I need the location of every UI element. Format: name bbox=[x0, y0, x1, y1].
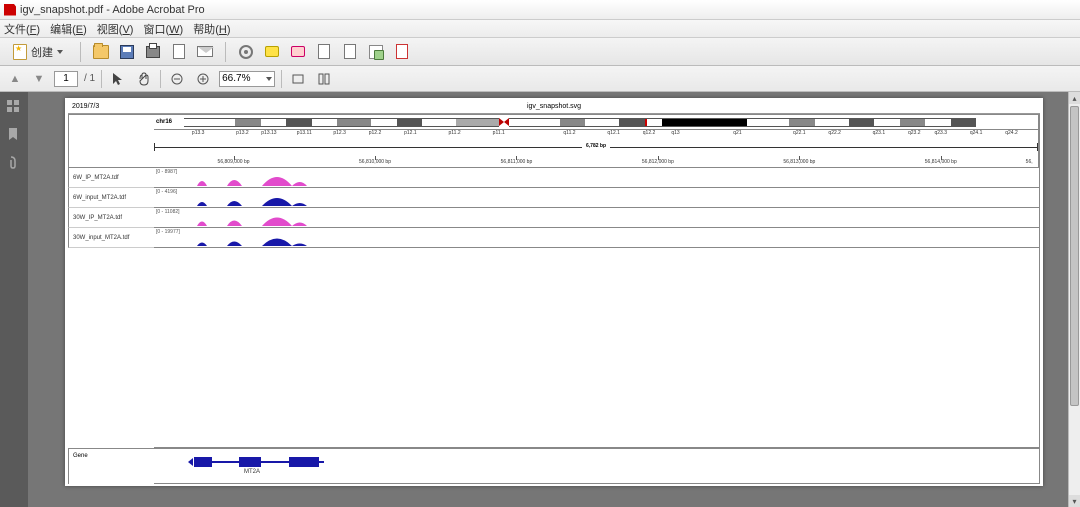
scroll-up-icon[interactable]: ▴ bbox=[1069, 92, 1080, 104]
zoom-select[interactable]: 66.7% bbox=[219, 71, 275, 87]
paperclip-icon bbox=[5, 154, 21, 170]
menu-file[interactable]: 文件(F) bbox=[4, 21, 40, 37]
fit-page-icon bbox=[317, 72, 331, 86]
zoom-value: 66.7% bbox=[222, 73, 250, 84]
gene-track: MT2A bbox=[154, 448, 1040, 484]
open-button[interactable] bbox=[91, 42, 111, 62]
speech-bubble-icon bbox=[265, 46, 279, 57]
menu-edit[interactable]: 编辑(E) bbox=[50, 21, 87, 37]
chromosome-row: chr16 bbox=[154, 114, 1039, 130]
thumbnails-tab[interactable] bbox=[5, 98, 23, 116]
document-viewport[interactable]: 2019/7/3 igv_snapshot.svg 6W_IP_MT2A.tdf… bbox=[28, 92, 1080, 507]
doc-tool-1[interactable] bbox=[314, 42, 334, 62]
email-button[interactable] bbox=[195, 42, 215, 62]
menu-bar: 文件(F) 编辑(E) 视图(V) 窗口(W) 帮助(H) bbox=[0, 20, 1080, 38]
menu-view[interactable]: 视图(V) bbox=[97, 21, 134, 37]
sidebar-rail bbox=[0, 92, 28, 507]
export-button[interactable] bbox=[169, 42, 189, 62]
create-button[interactable]: 创建 bbox=[6, 41, 70, 63]
attachments-tab[interactable] bbox=[5, 154, 23, 172]
window-title-bar: igv_snapshot.pdf - Adobe Acrobat Pro bbox=[0, 0, 1080, 20]
bookmark-icon bbox=[5, 126, 21, 142]
empty-track-area bbox=[154, 248, 1039, 448]
folder-icon bbox=[93, 45, 109, 59]
scrollbar-thumb[interactable] bbox=[1070, 106, 1079, 406]
document-icon bbox=[318, 44, 330, 59]
highlight-icon bbox=[291, 46, 305, 57]
gear-icon bbox=[239, 45, 253, 59]
bookmarks-tab[interactable] bbox=[5, 126, 23, 144]
track-row: [0 - 11082] bbox=[154, 208, 1039, 228]
create-label: 创建 bbox=[31, 44, 53, 60]
document-icon bbox=[344, 44, 356, 59]
fit-page-button[interactable] bbox=[314, 69, 334, 89]
coverage-tracks: [0 - 8987] [0 - 4196] [0 - 11082] [ bbox=[154, 168, 1039, 248]
page-total: / 1 bbox=[84, 73, 95, 84]
mail-icon bbox=[197, 46, 213, 57]
menu-help[interactable]: 帮助(H) bbox=[193, 21, 230, 37]
doc-tool-3[interactable] bbox=[366, 42, 386, 62]
vertical-scrollbar[interactable]: ▴ ▾ bbox=[1068, 92, 1080, 507]
toolbar-main: 创建 bbox=[0, 38, 1080, 66]
menu-window[interactable]: 窗口(W) bbox=[143, 21, 183, 37]
coverage-peak bbox=[192, 228, 322, 246]
gene-name: MT2A bbox=[244, 469, 260, 475]
save-icon bbox=[120, 45, 134, 59]
highlight-button[interactable] bbox=[288, 42, 308, 62]
igv-filename: igv_snapshot.svg bbox=[527, 103, 581, 110]
fit-width-button[interactable] bbox=[288, 69, 308, 89]
pdf-icon bbox=[4, 4, 16, 16]
band-labels: p13.3 p13.2 p13.13 p13.11 p12.3 p12.2 p1… bbox=[154, 130, 1039, 142]
hand-icon bbox=[137, 72, 151, 86]
page-number-input[interactable] bbox=[54, 71, 78, 87]
ideogram bbox=[184, 118, 1034, 127]
coverage-peak bbox=[192, 188, 322, 206]
thumbnails-icon bbox=[5, 98, 21, 114]
minus-icon bbox=[170, 72, 184, 86]
track-row: [0 - 4196] bbox=[154, 188, 1039, 208]
fit-width-icon bbox=[291, 72, 305, 86]
hand-tool[interactable] bbox=[134, 69, 154, 89]
chevron-down-icon bbox=[57, 50, 63, 54]
select-tool[interactable] bbox=[108, 69, 128, 89]
create-icon bbox=[13, 44, 27, 60]
print-icon bbox=[146, 46, 160, 58]
window-title: igv_snapshot.pdf - Adobe Acrobat Pro bbox=[20, 4, 205, 16]
document-icon bbox=[173, 44, 185, 59]
plus-icon bbox=[196, 72, 210, 86]
zoom-in-button[interactable] bbox=[193, 69, 213, 89]
track-label: 30W_input_MT2A.tdf bbox=[68, 228, 154, 248]
document-plus-icon bbox=[369, 45, 383, 59]
chevron-down-icon bbox=[266, 77, 272, 81]
print-button[interactable] bbox=[143, 42, 163, 62]
genome-ruler: 6,782 bp 56,809,000 bp 56,810,000 bp 56,… bbox=[154, 142, 1039, 168]
track-label: 30W_IP_MT2A.tdf bbox=[68, 208, 154, 228]
doc-tool-4[interactable] bbox=[392, 42, 412, 62]
coverage-peak bbox=[192, 208, 322, 226]
page-down-button[interactable]: ▼ bbox=[30, 70, 48, 88]
comment-button[interactable] bbox=[262, 42, 282, 62]
igv-date: 2019/7/3 bbox=[72, 103, 99, 110]
settings-button[interactable] bbox=[236, 42, 256, 62]
document-red-icon bbox=[396, 44, 408, 59]
cursor-icon bbox=[111, 72, 125, 86]
save-button[interactable] bbox=[117, 42, 137, 62]
igv-control-blank bbox=[68, 114, 154, 168]
doc-tool-2[interactable] bbox=[340, 42, 360, 62]
scroll-down-icon[interactable]: ▾ bbox=[1069, 495, 1080, 507]
coverage-peak bbox=[192, 168, 322, 186]
igv-header: 2019/7/3 igv_snapshot.svg bbox=[68, 100, 1040, 114]
page-up-button[interactable]: ▲ bbox=[6, 70, 24, 88]
track-label: 6W_IP_MT2A.tdf bbox=[68, 168, 154, 188]
track-label: 6W_input_MT2A.tdf bbox=[68, 188, 154, 208]
pdf-page: 2019/7/3 igv_snapshot.svg 6W_IP_MT2A.tdf… bbox=[65, 98, 1043, 486]
chromosome-name: chr16 bbox=[156, 119, 172, 125]
zoom-out-button[interactable] bbox=[167, 69, 187, 89]
track-row: [0 - 19977] bbox=[154, 228, 1039, 248]
toolbar-nav: ▲ ▼ / 1 66.7% bbox=[0, 66, 1080, 92]
track-row: [0 - 8987] bbox=[154, 168, 1039, 188]
gene-panel-label: Gene bbox=[68, 448, 154, 484]
